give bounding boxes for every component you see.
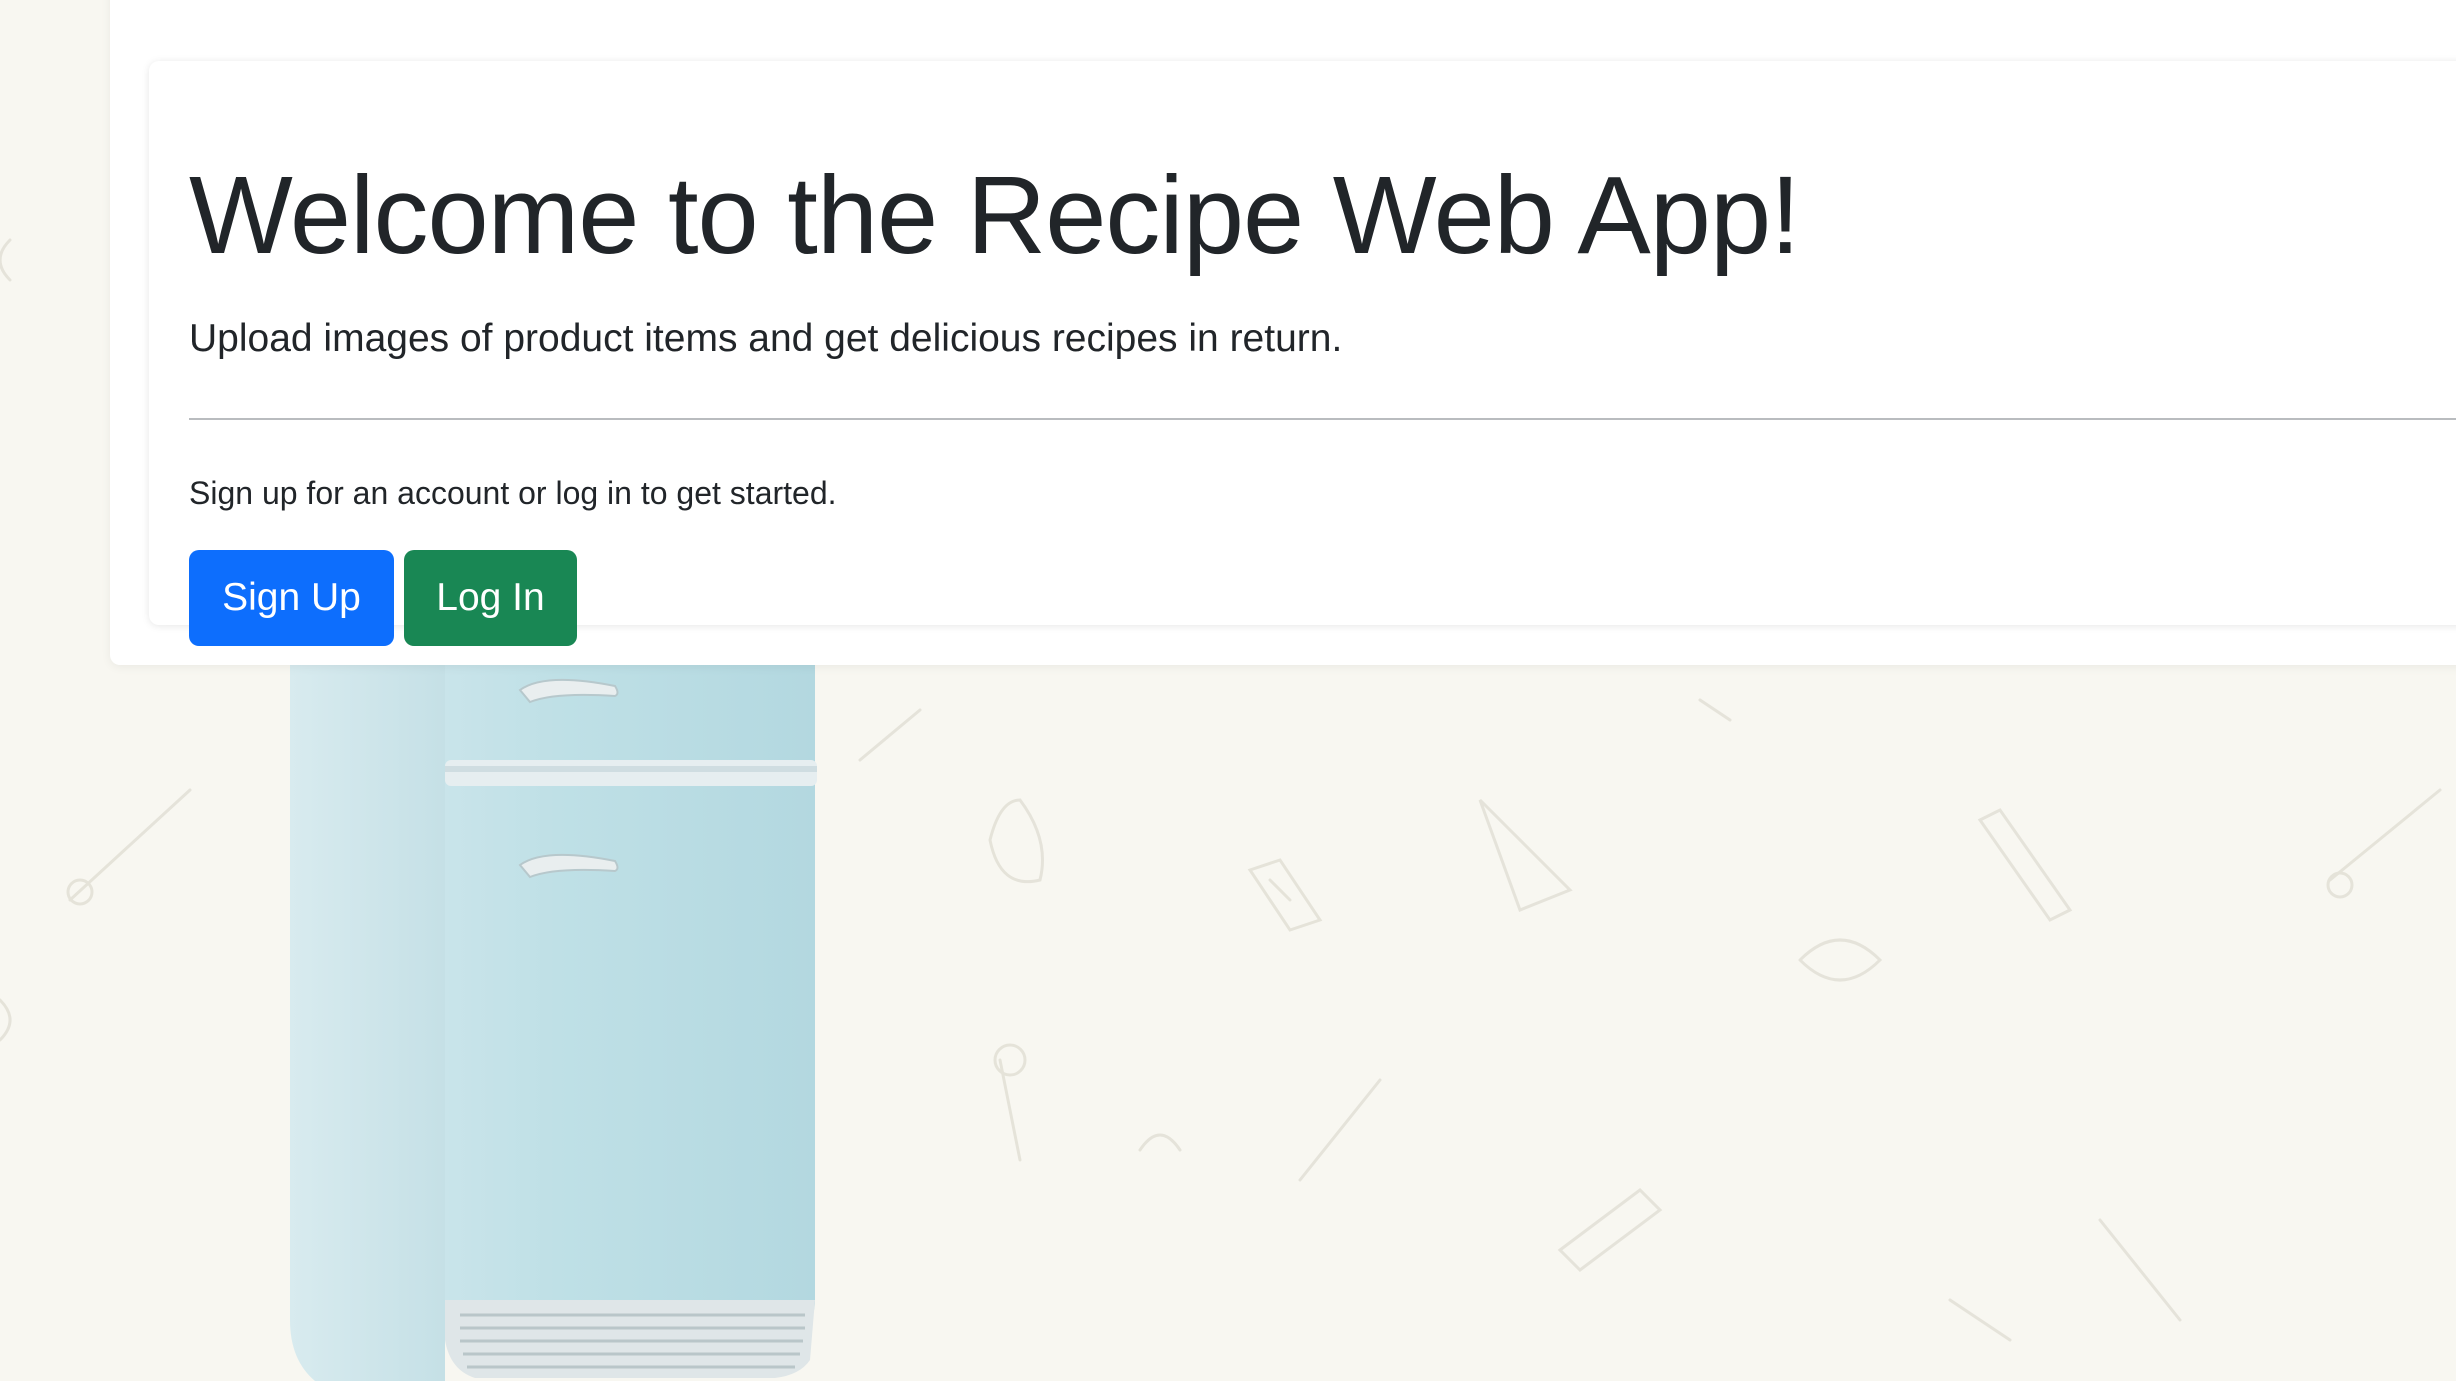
divider <box>189 418 2456 420</box>
get-started-prompt: Sign up for an account or log in to get … <box>189 475 837 511</box>
log-in-button[interactable]: Log In <box>404 550 577 646</box>
retro-fridge-illustration <box>290 600 817 1381</box>
welcome-jumbotron: Welcome to the Recipe Web App! Upload im… <box>149 61 2456 646</box>
lead-text: Upload images of product items and get d… <box>189 317 1343 360</box>
page-title: Welcome to the Recipe Web App! <box>189 154 1801 277</box>
sign-up-button[interactable]: Sign Up <box>189 550 394 646</box>
